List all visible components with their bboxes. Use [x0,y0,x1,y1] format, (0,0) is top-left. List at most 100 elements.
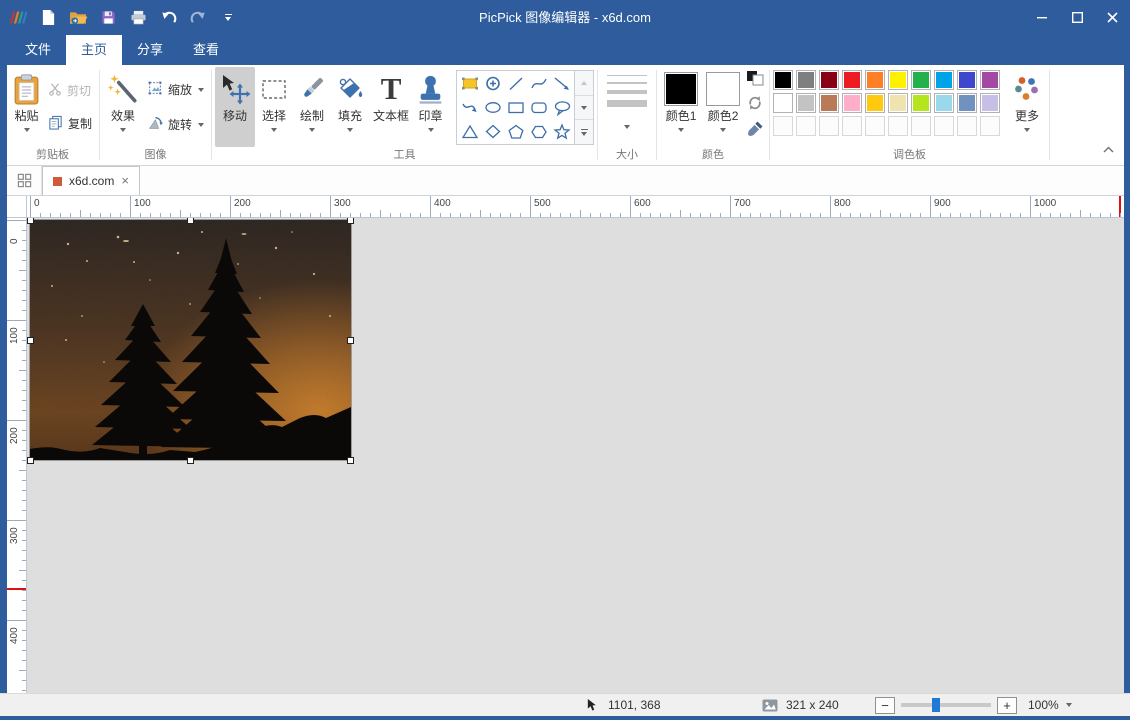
palette-swatch[interactable] [911,93,931,113]
shape-pentagon[interactable] [504,120,527,144]
minimize-icon[interactable] [1025,0,1060,35]
palette-swatch[interactable] [957,93,977,113]
print-icon[interactable] [128,7,148,29]
canvas[interactable] [27,218,1124,693]
palette-swatch[interactable] [888,93,908,113]
redo-icon[interactable] [188,7,208,29]
draw-tool-button[interactable]: 绘制 [293,67,331,147]
photo-image[interactable] [30,220,351,460]
palette-swatch[interactable] [980,93,1000,113]
fill-dropdown[interactable] [347,128,353,132]
palette-swatch[interactable] [773,93,793,113]
shape-rounded-rectangle[interactable] [527,96,550,120]
move-tool-button[interactable]: 移动 [215,67,255,147]
selection-handle[interactable] [27,218,34,224]
palette-swatch[interactable] [796,70,816,90]
palette-swatch[interactable] [957,70,977,90]
line-size-icon[interactable] [607,67,647,107]
zoom-level[interactable]: 100% [1028,694,1059,716]
more-colors-dropdown[interactable] [1024,128,1030,132]
shape-curve[interactable] [527,72,550,96]
zoom-out-button[interactable]: − [875,697,895,714]
selection-handle[interactable] [347,218,354,224]
horizontal-ruler[interactable]: 01002003004005006007008009001000 [27,196,1124,218]
palette-swatch-empty[interactable] [934,116,954,136]
palette-swatch[interactable] [773,70,793,90]
open-file-icon[interactable] [68,7,88,29]
stamp-dropdown[interactable] [428,128,434,132]
zoom-level-dropdown[interactable] [1066,703,1072,707]
more-colors-button[interactable]: 更多 [1008,67,1046,147]
palette-swatch[interactable] [865,93,885,113]
size-dropdown[interactable] [624,125,630,129]
rotate-button[interactable]: 旋转 [147,115,204,134]
shape-rectangle[interactable] [504,96,527,120]
tab-file[interactable]: 文件 [10,35,66,65]
close-icon[interactable] [1095,0,1130,35]
vertical-ruler[interactable]: 0100200300400 [7,218,27,693]
palette-swatch[interactable] [819,70,839,90]
shape-diamond[interactable] [481,120,504,144]
swap-colors-icon[interactable] [746,70,764,91]
shape-star[interactable] [550,120,573,144]
palette-swatch[interactable] [934,93,954,113]
stamp-tool-button[interactable]: 印章 [413,67,448,147]
tab-share[interactable]: 分享 [122,35,178,65]
undo-icon[interactable] [158,7,178,29]
effects-button[interactable]: 效果 [103,67,143,147]
shape-ellipse[interactable] [481,96,504,120]
palette-swatch[interactable] [796,93,816,113]
color1-button[interactable]: 颜色1 [660,67,702,147]
shape-triangle[interactable] [458,120,481,144]
copy-button[interactable]: 复制 [48,115,92,133]
new-document-icon[interactable] [38,7,58,29]
textbox-tool-button[interactable]: T 文本框 [369,67,413,147]
palette-swatch-empty[interactable] [980,116,1000,136]
rotate-dropdown[interactable] [198,123,204,127]
selection-handle[interactable] [187,218,194,224]
palette-swatch[interactable] [819,93,839,113]
tab-view[interactable]: 查看 [178,35,234,65]
selection-handle[interactable] [27,337,34,344]
maximize-icon[interactable] [1060,0,1095,35]
select-tool-button[interactable]: 选择 [255,67,293,147]
select-dropdown[interactable] [271,128,277,132]
selection-handle[interactable] [347,337,354,344]
selection-handle[interactable] [187,457,194,464]
shape-circle-plus[interactable] [481,72,504,96]
palette-swatch-empty[interactable] [842,116,862,136]
tab-grid-icon[interactable] [7,166,42,195]
collapse-ribbon-icon[interactable] [1103,141,1114,159]
palette-swatch-empty[interactable] [888,116,908,136]
paste-button[interactable]: 粘贴 [9,67,44,147]
document-tab-close-icon[interactable]: × [121,176,129,186]
zoom-in-button[interactable]: + [997,697,1017,714]
reset-colors-icon[interactable] [746,94,764,117]
palette-swatch-empty[interactable] [796,116,816,136]
shape-highlight-rect[interactable] [458,72,481,96]
palette-swatch[interactable] [842,70,862,90]
shapes-more-icon[interactable] [575,120,593,144]
selection-handle[interactable] [27,457,34,464]
effects-dropdown[interactable] [120,128,126,132]
document-tab[interactable]: x6d.com × [42,166,140,195]
cut-button[interactable]: 剪切 [48,82,92,99]
palette-swatch-empty[interactable] [865,116,885,136]
zoom-slider-handle[interactable] [932,698,940,712]
color2-button[interactable]: 颜色2 [702,67,744,147]
color1-dropdown[interactable] [678,128,684,132]
palette-swatch[interactable] [865,70,885,90]
draw-dropdown[interactable] [309,128,315,132]
fill-tool-button[interactable]: 填充 [331,67,369,147]
shapes-scroll-up-icon[interactable] [575,71,593,96]
palette-swatch[interactable] [980,70,1000,90]
resize-dropdown[interactable] [198,88,204,92]
palette-swatch[interactable] [888,70,908,90]
tab-home[interactable]: 主页 [66,35,122,65]
palette-swatch-empty[interactable] [819,116,839,136]
paste-dropdown[interactable] [24,128,30,132]
resize-button[interactable]: 缩放 [147,80,204,99]
shape-line[interactable] [504,72,527,96]
eyedropper-icon[interactable] [746,120,764,143]
palette-swatch-empty[interactable] [911,116,931,136]
